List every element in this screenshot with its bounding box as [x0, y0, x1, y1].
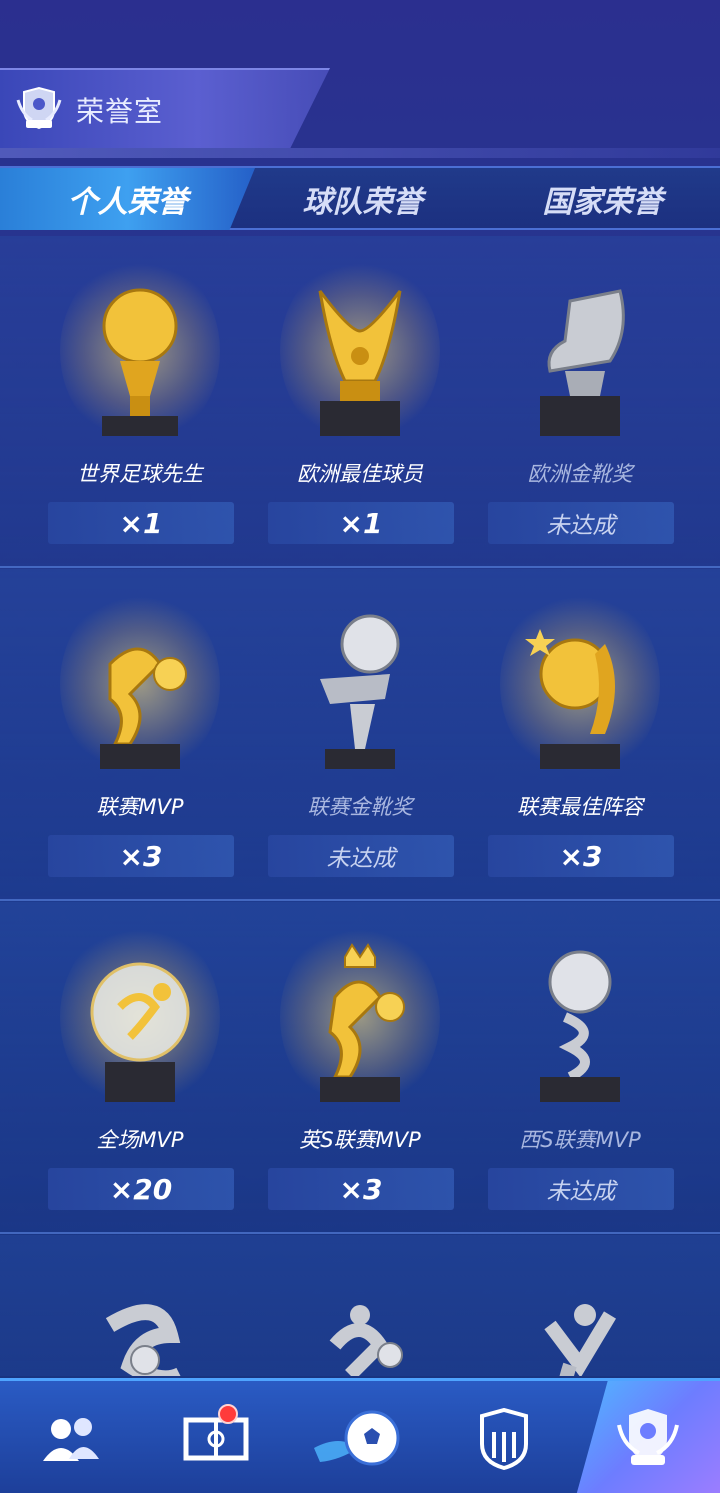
honor-card[interactable]: 联赛MVP ×3	[30, 569, 250, 901]
honor-count: ×1	[268, 502, 454, 544]
honors-grid: 世界足球先生 ×1 欧洲最佳球员 ×1 欧洲金靴奖 未达成 联赛MVP ×3 联…	[0, 236, 720, 1376]
honor-tabs: 个人荣誉 球队荣誉 国家荣誉	[0, 166, 720, 230]
honor-name: 欧洲最佳球员	[297, 462, 423, 486]
silver-swirl-trophy-icon	[105, 1304, 181, 1376]
honor-name: 欧洲金靴奖	[527, 462, 633, 486]
nav-team[interactable]	[0, 1381, 144, 1493]
honor-count: ×3	[268, 1168, 454, 1210]
silver-figure-trophy-icon	[544, 1304, 617, 1376]
honor-card[interactable]: 联赛金靴奖 未达成	[250, 569, 470, 901]
honor-count: ×1	[48, 502, 234, 544]
honor-count: ×20	[48, 1168, 234, 1210]
bottom-nav	[0, 1378, 720, 1493]
silver-player-trophy-icon	[329, 1305, 403, 1376]
honor-card[interactable]	[30, 1235, 250, 1376]
page-title: 荣誉室	[76, 95, 164, 128]
gold-player-trophy-icon	[100, 647, 187, 769]
honor-count: ×3	[488, 835, 674, 877]
team-players-icon	[43, 1417, 99, 1461]
header-divider	[0, 148, 720, 158]
nav-club[interactable]	[432, 1381, 576, 1493]
honor-card[interactable]: 英S联赛MVP ×3	[250, 902, 470, 1234]
nav-tactics[interactable]	[144, 1381, 288, 1493]
honor-name: 西S联赛MVP	[519, 1128, 641, 1152]
honor-name: 世界足球先生	[77, 462, 203, 486]
honor-card[interactable]: 欧洲金靴奖 未达成	[470, 236, 690, 568]
notification-badge	[218, 1404, 238, 1424]
honor-name: 全场MVP	[96, 1128, 184, 1152]
page-header: 荣誉室	[0, 68, 330, 148]
football-icon	[314, 1410, 400, 1465]
honor-card[interactable]: 欧洲最佳球员 ×1	[250, 236, 470, 568]
silver-boot-trophy-icon	[540, 289, 625, 436]
honor-card[interactable]: 世界足球先生 ×1	[30, 236, 250, 568]
gold-crown-player-trophy-icon	[320, 943, 405, 1102]
honor-count: ×3	[48, 835, 234, 877]
nav-honor-room[interactable]	[576, 1381, 720, 1493]
trophy-shield-icon	[617, 1408, 679, 1465]
tab-personal-honors[interactable]: 个人荣誉	[0, 168, 255, 230]
gold-hand-trophy-icon	[318, 290, 402, 436]
club-shield-icon	[480, 1407, 528, 1470]
honor-card[interactable]: 联赛最佳阵容 ×3	[470, 569, 690, 901]
tab-national-honors[interactable]: 国家荣誉	[485, 168, 720, 230]
gold-stars-trophy-icon	[525, 629, 620, 769]
gold-ball-trophy-icon	[102, 288, 178, 436]
honor-card[interactable]	[250, 1235, 470, 1376]
honor-card[interactable]: 全场MVP ×20	[30, 902, 250, 1234]
honor-status: 未达成	[488, 1168, 674, 1210]
honor-status: 未达成	[488, 502, 674, 544]
silver-spiral-trophy-icon	[540, 950, 620, 1102]
crystal-globe-trophy-icon	[90, 962, 190, 1102]
honor-card[interactable]	[470, 1235, 690, 1376]
honor-name: 联赛MVP	[96, 795, 184, 819]
honor-status: 未达成	[268, 835, 454, 877]
silver-ball-boot-trophy-icon	[320, 614, 400, 769]
honor-name: 联赛金靴奖	[307, 795, 413, 819]
honor-name: 联赛最佳阵容	[517, 795, 643, 819]
trophy-shield-icon	[16, 86, 62, 130]
tab-team-honors[interactable]: 球队荣誉	[240, 168, 485, 230]
honor-card[interactable]: 西S联赛MVP 未达成	[470, 902, 690, 1234]
honor-name: 英S联赛MVP	[299, 1128, 421, 1152]
pitch-tactics-icon	[183, 1417, 249, 1460]
nav-match[interactable]	[288, 1381, 432, 1493]
